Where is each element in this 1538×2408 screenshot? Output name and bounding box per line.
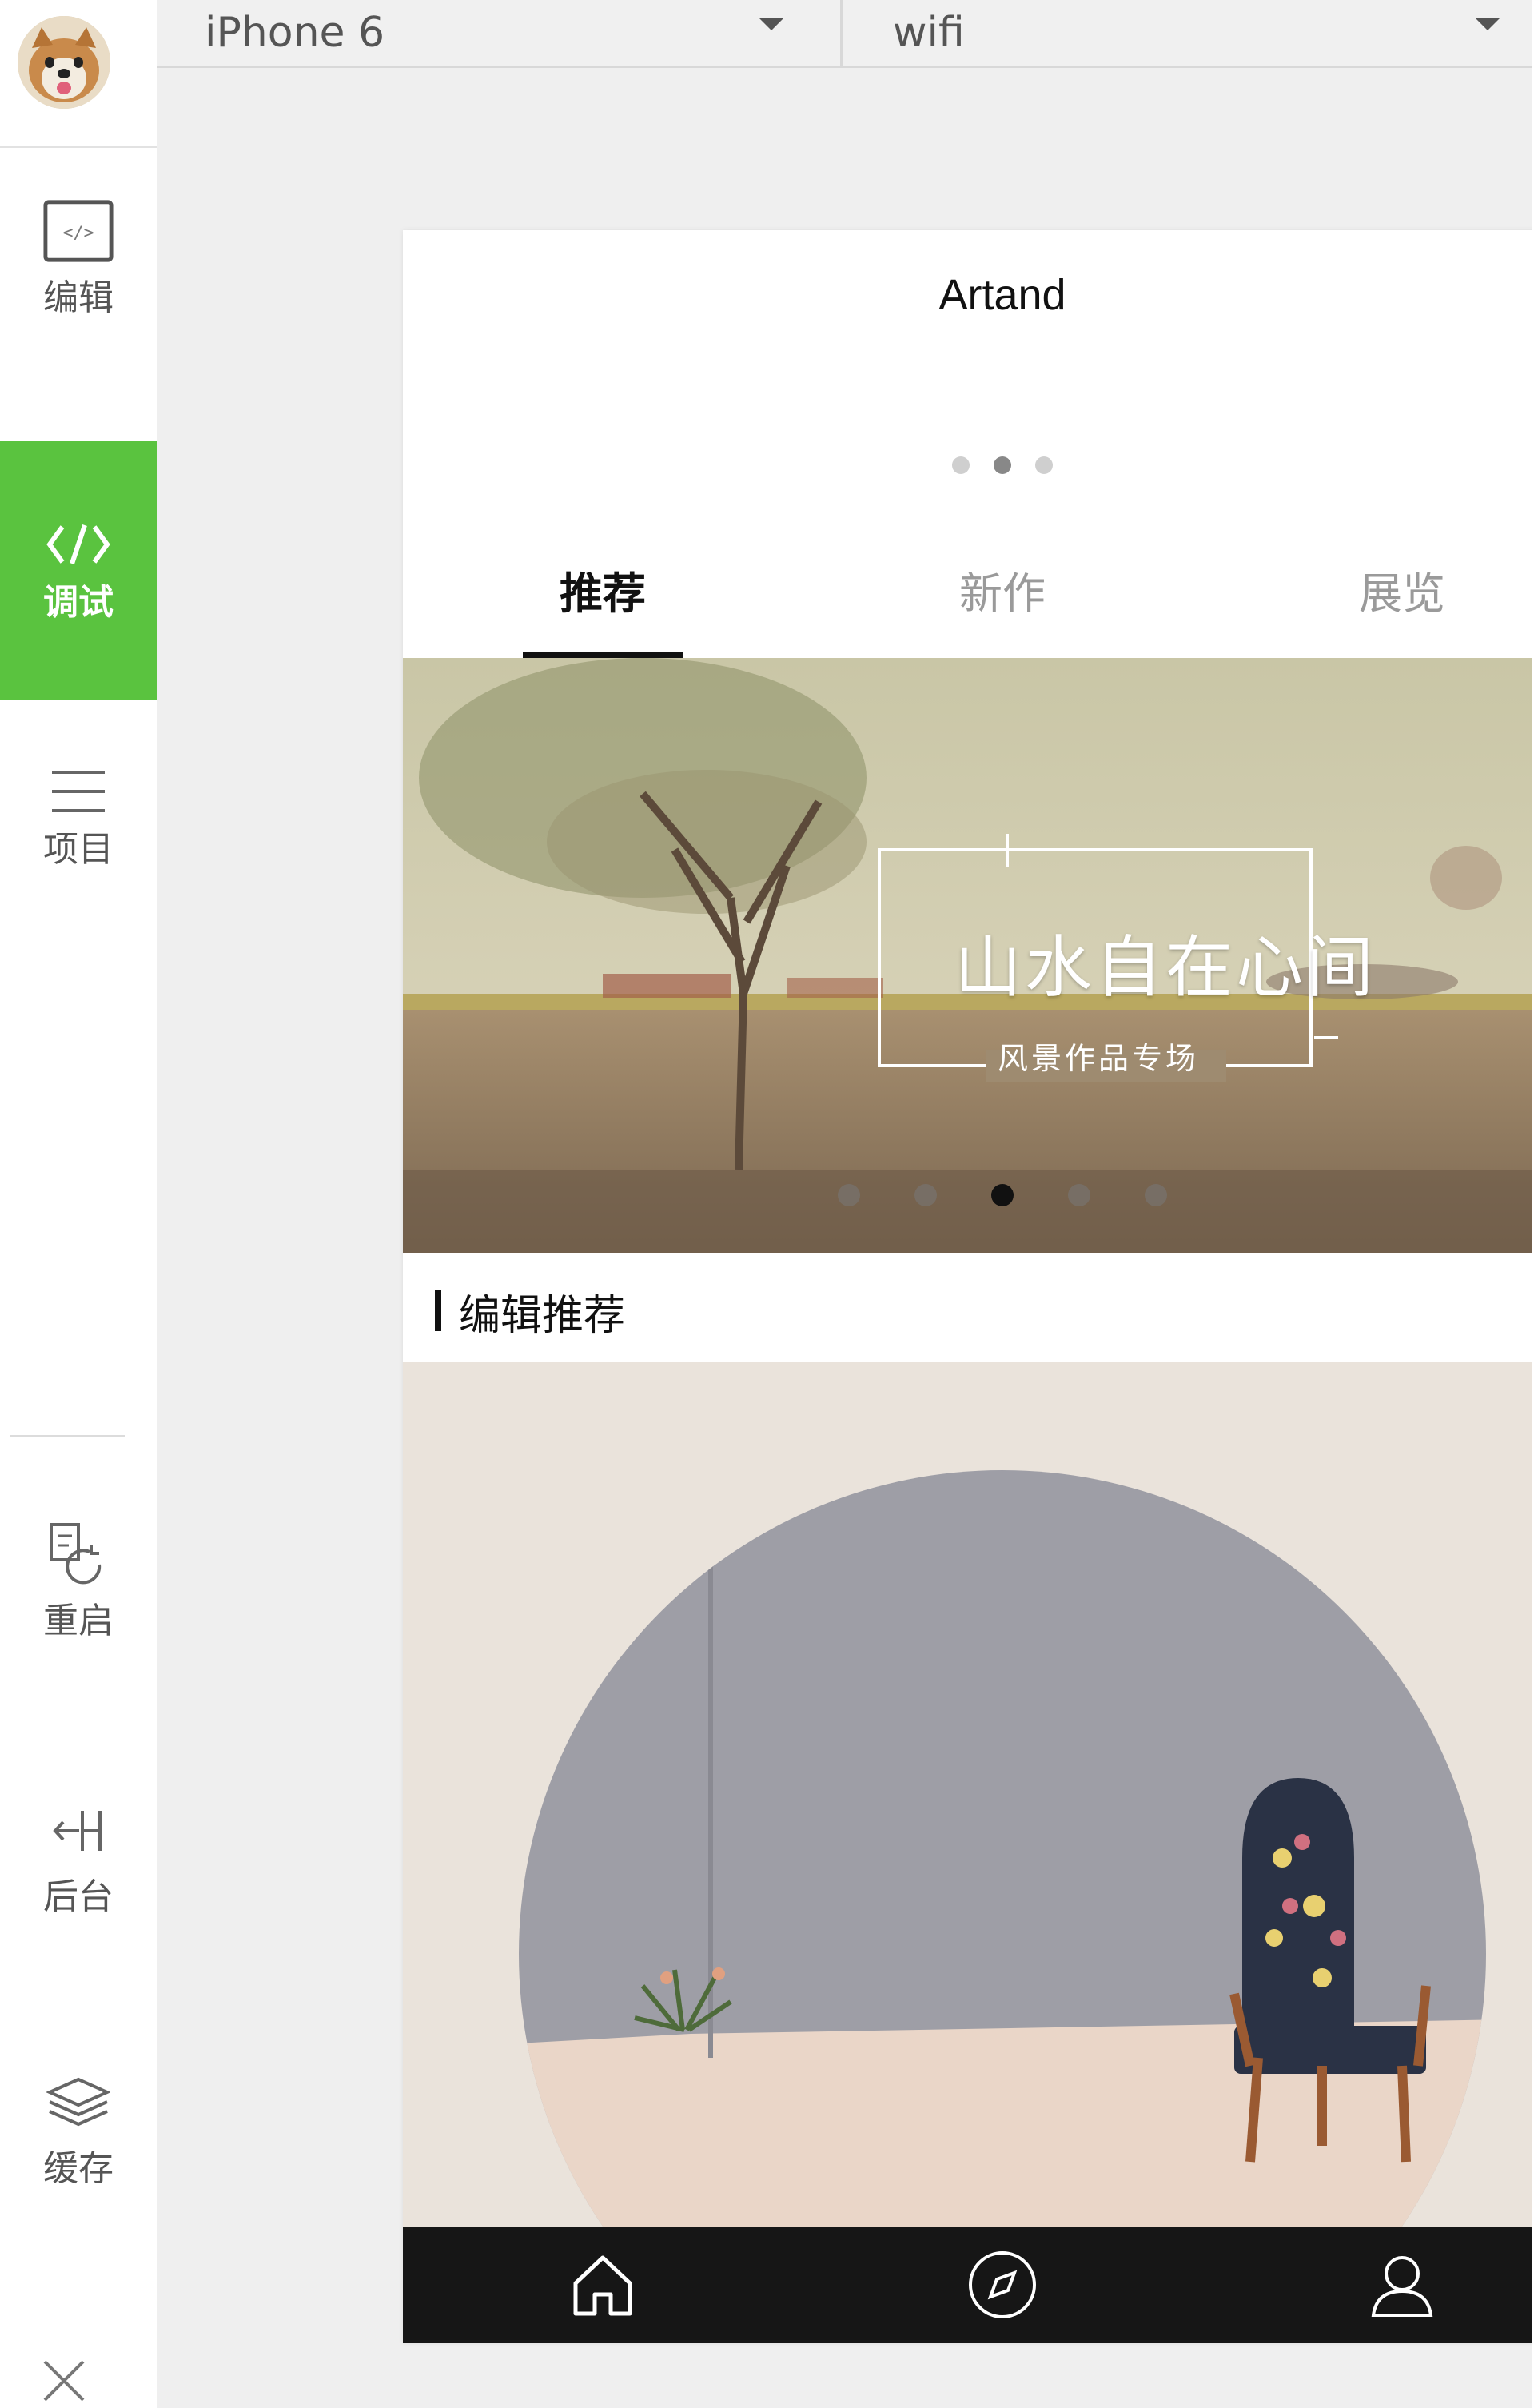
tab-recommend[interactable]: 推荐 bbox=[403, 562, 803, 658]
tool-background-label: 后台 bbox=[43, 1876, 114, 1917]
section-header: 编辑推荐 bbox=[403, 1253, 1538, 1362]
chevron-down-icon bbox=[1475, 18, 1500, 30]
layers-icon bbox=[42, 2067, 114, 2139]
chevron-down-icon bbox=[759, 18, 784, 30]
page-dot-active bbox=[994, 456, 1011, 474]
page-title: Artand bbox=[938, 271, 1066, 319]
phone-screen: Artand 推荐 新作 展览 山水自在心间 风景作品专场 编辑推荐 bbox=[403, 230, 1538, 2343]
svg-text:</>: </> bbox=[63, 223, 94, 243]
tool-debug-label: 调试 bbox=[43, 581, 114, 623]
tab-recommend-label: 推荐 bbox=[560, 568, 646, 619]
section-title: 编辑推荐 bbox=[459, 1292, 626, 1340]
tab-exhibitions-label: 展览 bbox=[1359, 568, 1445, 619]
tool-project-label: 项目 bbox=[43, 829, 114, 870]
tab-discover[interactable] bbox=[803, 2227, 1202, 2343]
banner-carousel[interactable]: 山水自在心间 风景作品专场 bbox=[403, 658, 1538, 1253]
banner-dot bbox=[838, 1184, 860, 1206]
category-tabs: 推荐 新作 展览 bbox=[403, 562, 1538, 658]
compass-icon bbox=[969, 2251, 1036, 2318]
tool-edit-label: 编辑 bbox=[43, 277, 114, 318]
tool-restart-label: 重启 bbox=[43, 1601, 114, 1641]
tool-restart[interactable]: 重启 bbox=[0, 1519, 157, 1644]
home-icon bbox=[573, 2255, 632, 2316]
banner-dot bbox=[1145, 1184, 1167, 1206]
banner-subtitle: 风景作品专场 bbox=[997, 1041, 1199, 1076]
banner-dot bbox=[914, 1184, 937, 1206]
tool-project[interactable]: 项目 bbox=[0, 763, 157, 872]
tab-profile[interactable] bbox=[1202, 2227, 1538, 2343]
page-dot bbox=[952, 456, 970, 474]
tool-cache[interactable]: 缓存 bbox=[0, 2067, 157, 2191]
tab-home[interactable] bbox=[403, 2227, 803, 2343]
simulator-stage: Artand 推荐 新作 展览 山水自在心间 风景作品专场 编辑推荐 bbox=[157, 68, 1538, 2408]
tool-background[interactable]: 后台 bbox=[0, 1795, 157, 1920]
window-edge bbox=[1532, 0, 1538, 2408]
background-icon bbox=[42, 1795, 114, 1867]
device-toolbar: iPhone 6 wifi bbox=[157, 0, 1538, 68]
page-dot bbox=[1035, 456, 1053, 474]
close-icon[interactable] bbox=[42, 2358, 86, 2406]
artwork-image bbox=[403, 1362, 1538, 2230]
device-select[interactable]: iPhone 6 bbox=[157, 0, 843, 66]
restart-icon bbox=[42, 1519, 114, 1591]
code-file-icon: </> bbox=[42, 196, 114, 268]
page-indicator bbox=[403, 456, 1538, 474]
code-brackets-icon bbox=[42, 516, 114, 572]
user-avatar[interactable] bbox=[18, 16, 110, 109]
banner-dot-active bbox=[991, 1184, 1014, 1206]
banner-dot bbox=[1068, 1184, 1090, 1206]
tab-exhibitions[interactable]: 展览 bbox=[1202, 562, 1538, 658]
sidebar: </> 编辑 调试 项目 重启 后台 缓存 bbox=[0, 0, 157, 2408]
network-select-value: wifi bbox=[893, 9, 965, 57]
tab-new-works-label: 新作 bbox=[959, 568, 1046, 619]
tool-debug[interactable]: 调试 bbox=[0, 441, 157, 700]
menu-lines-icon bbox=[42, 763, 114, 819]
tool-cache-label: 缓存 bbox=[43, 2148, 114, 2189]
section-marker bbox=[435, 1290, 441, 1331]
bottom-tab-bar bbox=[403, 2227, 1538, 2343]
sidebar-divider bbox=[0, 146, 157, 148]
tool-edit[interactable]: </> 编辑 bbox=[0, 196, 157, 321]
banner-title: 山水自在心间 bbox=[954, 928, 1377, 1007]
banner-indicator bbox=[403, 1184, 1538, 1206]
artwork-card[interactable] bbox=[403, 1362, 1538, 2230]
network-select[interactable]: wifi bbox=[845, 0, 1532, 66]
sidebar-divider bbox=[10, 1435, 125, 1437]
tab-new-works[interactable]: 新作 bbox=[803, 562, 1202, 658]
user-icon bbox=[1371, 2256, 1433, 2317]
device-select-value: iPhone 6 bbox=[205, 9, 385, 57]
